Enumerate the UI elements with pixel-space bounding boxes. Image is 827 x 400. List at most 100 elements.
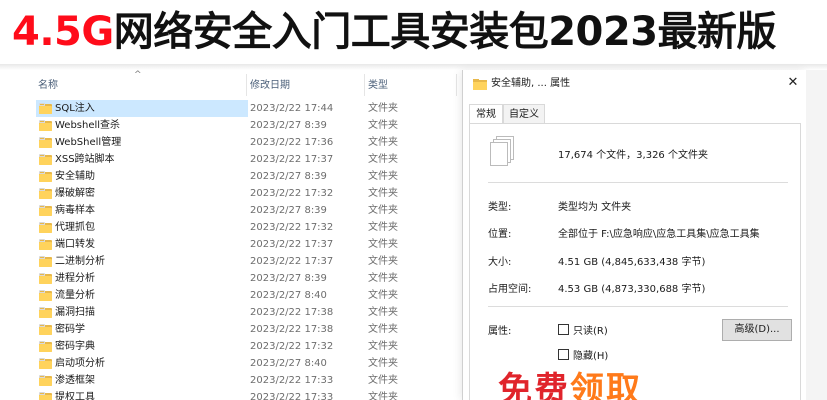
location-label: 位置: — [488, 229, 512, 240]
name-cell[interactable]: WebShell管理 — [36, 134, 248, 151]
folder-icon — [473, 79, 487, 90]
folder-icon — [39, 188, 52, 199]
promo-text-part2: 领取 — [570, 370, 642, 400]
name-cell[interactable]: 病毒样本 — [36, 202, 248, 219]
file-type: 文件夹 — [368, 137, 398, 148]
table-row[interactable]: 安全辅助 2023/2/27 8:39 文件夹 — [0, 168, 462, 185]
file-name: XSS跨站脚本 — [55, 154, 115, 165]
close-icon[interactable]: ✕ — [785, 75, 801, 91]
modified-date: 2023/2/22 17:36 — [250, 137, 334, 148]
file-type: 文件夹 — [368, 222, 398, 233]
file-name: 漏洞扫描 — [55, 307, 95, 318]
size-value: 4.51 GB (4,845,633,438 字节) — [558, 257, 706, 268]
readonly-checkbox[interactable] — [558, 324, 569, 335]
table-row[interactable]: SQL注入 2023/2/22 17:44 文件夹 — [0, 100, 462, 117]
folder-icon — [39, 375, 52, 386]
column-header-type[interactable]: 类型 — [368, 76, 388, 96]
folder-icon — [39, 358, 52, 369]
name-cell[interactable]: 流量分析 — [36, 287, 248, 304]
modified-date: 2023/2/22 17:33 — [250, 375, 334, 386]
file-name: SQL注入 — [55, 103, 95, 114]
file-name: 渗透框架 — [55, 375, 95, 386]
name-cell[interactable]: 漏洞扫描 — [36, 304, 248, 321]
name-cell[interactable]: 启动项分析 — [36, 355, 248, 372]
file-name: 提权工具 — [55, 392, 95, 400]
promo-banner: 4.5G网络安全入门工具安装包2023最新版 — [0, 0, 827, 70]
name-cell[interactable]: 渗透框架 — [36, 372, 248, 389]
advanced-button[interactable]: 高级(D)... — [722, 319, 792, 341]
folder-icon — [39, 171, 52, 182]
file-name: 流量分析 — [55, 290, 95, 301]
file-type: 文件夹 — [368, 341, 398, 352]
file-type: 文件夹 — [368, 103, 398, 114]
file-type: 文件夹 — [368, 188, 398, 199]
column-header-name[interactable]: 名称 — [38, 76, 58, 96]
file-type: 文件夹 — [368, 307, 398, 318]
file-explorer-list: ^ 名称 修改日期 类型 SQL注入 2023/2/22 17:44 文件夹 Webs… — [0, 70, 462, 400]
tab-general[interactable]: 常规 — [469, 104, 503, 124]
dialog-title: 安全辅助, ... 属性 — [491, 78, 571, 89]
divider — [488, 182, 788, 183]
file-type: 文件夹 — [368, 171, 398, 182]
hidden-label[interactable]: 隐藏(H) — [573, 347, 608, 362]
table-row[interactable]: XSS跨站脚本 2023/2/22 17:37 文件夹 — [0, 151, 462, 168]
table-row[interactable]: Webshell查杀 2023/2/27 8:39 文件夹 — [0, 117, 462, 134]
folder-icon — [39, 256, 52, 267]
disk-size-label: 占用空间: — [488, 284, 532, 295]
name-cell[interactable]: 安全辅助 — [36, 168, 248, 185]
disk-size-value: 4.53 GB (4,873,330,688 字节) — [558, 284, 706, 295]
readonly-label[interactable]: 只读(R) — [573, 322, 608, 337]
column-header-date[interactable]: 修改日期 — [250, 76, 290, 96]
promo-text-part1: 免费 — [498, 370, 570, 400]
folder-icon — [39, 392, 52, 400]
name-cell[interactable]: 爆破解密 — [36, 185, 248, 202]
file-type: 文件夹 — [368, 375, 398, 386]
table-row[interactable]: 密码学 2023/2/22 17:38 文件夹 — [0, 321, 462, 338]
modified-date: 2023/2/27 8:39 — [250, 171, 327, 182]
table-row[interactable]: 漏洞扫描 2023/2/22 17:38 文件夹 — [0, 304, 462, 321]
file-name: 启动项分析 — [55, 358, 105, 369]
banner-title-dark: 网络安全入门工具安装包2023最新版 — [113, 9, 777, 55]
column-separator[interactable] — [246, 74, 247, 96]
file-type: 文件夹 — [368, 154, 398, 165]
table-row[interactable]: 提权工具 2023/2/22 17:33 文件夹 — [0, 389, 462, 400]
table-row[interactable]: 二进制分析 2023/2/22 17:37 文件夹 — [0, 253, 462, 270]
name-cell[interactable]: 代理抓包 — [36, 219, 248, 236]
file-type: 文件夹 — [368, 392, 398, 400]
name-cell[interactable]: 端口转发 — [36, 236, 248, 253]
name-cell[interactable]: 进程分析 — [36, 270, 248, 287]
type-label: 类型: — [488, 202, 512, 213]
name-cell[interactable]: 密码学 — [36, 321, 248, 338]
table-row[interactable]: 端口转发 2023/2/22 17:37 文件夹 — [0, 236, 462, 253]
sort-up-icon[interactable]: ^ — [134, 70, 142, 80]
table-row[interactable]: 密码字典 2023/2/22 17:32 文件夹 — [0, 338, 462, 355]
modified-date: 2023/2/22 17:38 — [250, 307, 334, 318]
tab-custom[interactable]: 自定义 — [503, 104, 545, 124]
modified-date: 2023/2/22 17:32 — [250, 341, 334, 352]
divider — [488, 306, 788, 307]
table-row[interactable]: 流量分析 2023/2/27 8:40 文件夹 — [0, 287, 462, 304]
table-row[interactable]: 病毒样本 2023/2/27 8:39 文件夹 — [0, 202, 462, 219]
name-cell[interactable]: Webshell查杀 — [36, 117, 248, 134]
file-name: 二进制分析 — [55, 256, 105, 267]
hidden-checkbox[interactable] — [558, 349, 569, 360]
item-count: 17,674 个文件，3,326 个文件夹 — [558, 150, 708, 161]
folder-icon — [39, 273, 52, 284]
table-row[interactable]: WebShell管理 2023/2/22 17:36 文件夹 — [0, 134, 462, 151]
name-cell[interactable]: 提权工具 — [36, 389, 248, 400]
folder-icon — [39, 239, 52, 250]
column-separator[interactable] — [456, 74, 457, 96]
table-row[interactable]: 爆破解密 2023/2/22 17:32 文件夹 — [0, 185, 462, 202]
name-cell[interactable]: SQL注入 — [36, 100, 248, 117]
table-row[interactable]: 启动项分析 2023/2/27 8:40 文件夹 — [0, 355, 462, 372]
name-cell[interactable]: 密码字典 — [36, 338, 248, 355]
modified-date: 2023/2/22 17:32 — [250, 188, 334, 199]
name-cell[interactable]: XSS跨站脚本 — [36, 151, 248, 168]
modified-date: 2023/2/22 17:33 — [250, 392, 334, 400]
name-cell[interactable]: 二进制分析 — [36, 253, 248, 270]
table-row[interactable]: 进程分析 2023/2/27 8:39 文件夹 — [0, 270, 462, 287]
table-row[interactable]: 代理抓包 2023/2/22 17:32 文件夹 — [0, 219, 462, 236]
table-row[interactable]: 渗透框架 2023/2/22 17:33 文件夹 — [0, 372, 462, 389]
column-separator[interactable] — [364, 74, 365, 96]
modified-date: 2023/2/22 17:37 — [250, 239, 334, 250]
